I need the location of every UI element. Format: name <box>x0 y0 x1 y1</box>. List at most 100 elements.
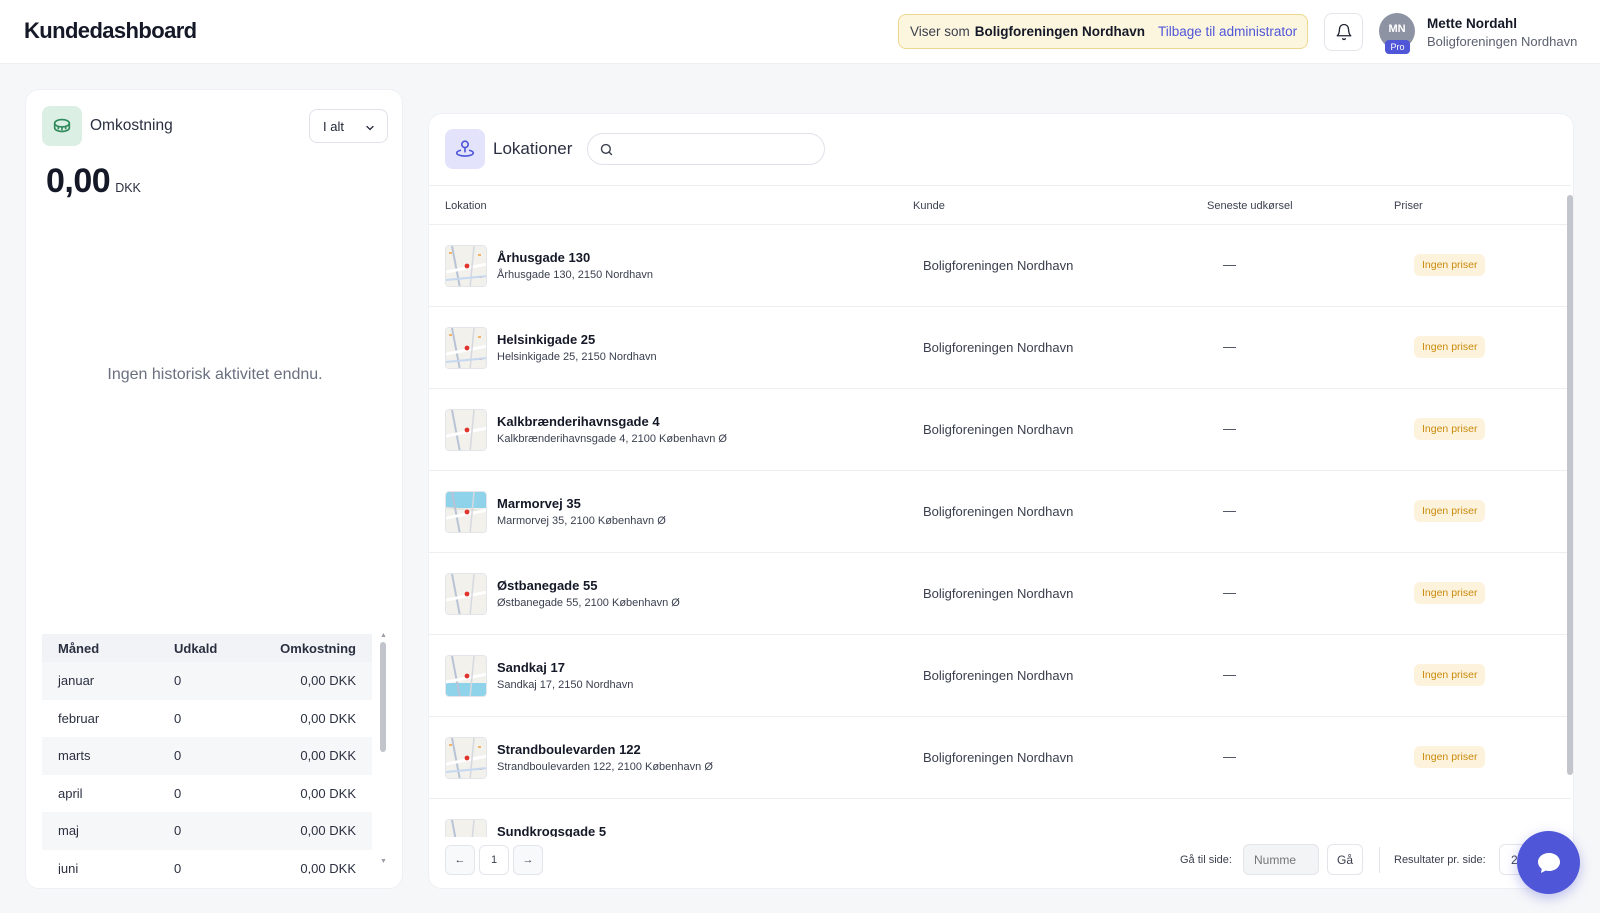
cell-month: juni <box>58 860 79 874</box>
table-header: Måned Udkald Omkostning <box>42 634 372 662</box>
search-icon <box>600 143 613 156</box>
locations-table-body: Århusgade 130 Århusgade 130, 2150 Nordhav… <box>429 225 1571 837</box>
location-address: Marmorvej 35, 2100 København Ø <box>497 515 666 527</box>
table-scrollbar[interactable]: ▲ ▼ <box>380 632 387 874</box>
cell-calls: 0 <box>174 673 182 689</box>
impersonation-banner: Viser som Boligforeningen Nordhavn Tilba… <box>898 14 1308 49</box>
prices-status-badge: Ingen priser <box>1414 582 1486 604</box>
period-select[interactable]: I alt <box>309 109 388 143</box>
goto-page-button[interactable]: Gå <box>1327 844 1363 875</box>
cell-month: april <box>58 785 83 801</box>
next-page-button[interactable]: → <box>513 845 543 875</box>
location-name[interactable]: Sandkaj 17 <box>497 660 565 675</box>
cell-cost: 0,00 DKK <box>300 748 356 764</box>
location-name[interactable]: Østbanegade 55 <box>497 578 597 593</box>
location-name[interactable]: Marmorvej 35 <box>497 496 581 511</box>
period-select-value: I alt <box>323 118 344 134</box>
cell-month: maj <box>58 823 79 839</box>
column-header-customer[interactable]: Kunde <box>913 200 945 212</box>
column-header-last-run[interactable]: Seneste udkørsel <box>1207 200 1293 212</box>
table-row[interactable]: Kalkbrænderihavnsgade 4 Kalkbrænderihavns… <box>429 389 1571 471</box>
column-header-location[interactable]: Lokation <box>445 200 487 212</box>
table-row[interactable]: Århusgade 130 Århusgade 130, 2150 Nordhav… <box>429 225 1571 307</box>
table-row[interactable]: Marmorvej 35 Marmorvej 35, 2100 København… <box>429 471 1571 553</box>
chat-bubble-icon <box>1537 852 1560 873</box>
notifications-button[interactable] <box>1324 13 1363 51</box>
table-row: april 0 0,00 DKK <box>42 775 372 813</box>
map-thumbnail <box>445 327 487 369</box>
table-row: maj 0 0,00 DKK <box>42 812 372 850</box>
cell-month: januar <box>58 673 95 689</box>
page-title: Kundedashboard <box>24 18 197 43</box>
column-header-calls: Udkald <box>174 640 218 656</box>
table-row[interactable]: Helsinkigade 25 Helsinkigade 25, 2150 Nor… <box>429 307 1571 389</box>
location-name[interactable]: Århusgade 130 <box>497 250 590 265</box>
scrollbar-thumb[interactable] <box>1567 195 1573 775</box>
cost-label: Omkostning <box>90 117 173 134</box>
page-button-current[interactable]: 1 <box>479 845 509 875</box>
location-name[interactable]: Sundkrogsgade 5 <box>497 824 606 837</box>
cost-panel: Omkostning I alt 0,00 DKK Ingen historis… <box>25 89 403 889</box>
last-run-value: — <box>1223 339 1236 354</box>
customer-name: Boligforeningen Nordhavn <box>923 258 1074 273</box>
plan-badge: Pro <box>1385 40 1410 54</box>
map-thumbnail <box>445 409 487 451</box>
location-address: Sandkaj 17, 2150 Nordhavn <box>497 679 634 691</box>
customer-name: Boligforeningen Nordhavn <box>923 668 1074 683</box>
location-name[interactable]: Kalkbrænderihavnsgade 4 <box>497 414 660 429</box>
prev-page-button[interactable]: ← <box>445 845 475 875</box>
location-address: Kalkbrænderihavnsgade 4, 2100 København … <box>497 433 727 445</box>
table-row: februar 0 0,00 DKK <box>42 700 372 738</box>
table-scrollbar[interactable] <box>1567 185 1573 835</box>
last-run-value: — <box>1223 667 1236 682</box>
user-name: Mette Nordahl <box>1427 16 1518 31</box>
customer-name: Boligforeningen Nordhavn <box>923 504 1074 519</box>
map-thumbnail <box>445 819 487 837</box>
prices-status-badge: Ingen priser <box>1414 418 1486 440</box>
table-row[interactable]: Østbanegade 55 Østbanegade 55, 2100 Køben… <box>429 553 1571 635</box>
cell-calls: 0 <box>174 860 182 874</box>
back-to-admin-link[interactable]: Tilbage til administrator <box>1158 24 1297 39</box>
location-address: Helsinkigade 25, 2150 Nordhavn <box>497 351 657 363</box>
cell-month: marts <box>58 748 91 764</box>
table-row[interactable]: Sundkrogsgade 5 <box>429 799 1571 837</box>
goto-page-input[interactable] <box>1243 844 1319 875</box>
location-name[interactable]: Strandboulevarden 122 <box>497 742 641 757</box>
table-row: januar 0 0,00 DKK <box>42 662 372 700</box>
table-row[interactable]: Sandkaj 17 Sandkaj 17, 2150 Nordhavn Bolig… <box>429 635 1571 717</box>
table-body: januar 0 0,00 DKK februar 0 0,00 DKK marts 0 0,0… <box>42 662 372 874</box>
column-header-prices[interactable]: Priser <box>1394 200 1423 212</box>
customer-name: Boligforeningen Nordhavn <box>923 340 1074 355</box>
prices-status-badge: Ingen priser <box>1414 746 1486 768</box>
total-cost: 0,00 DKK <box>46 162 141 201</box>
cell-calls: 0 <box>174 710 182 726</box>
table-row[interactable]: Strandboulevarden 122 Strandboulevarden 1… <box>429 717 1571 799</box>
last-run-value: — <box>1223 749 1236 764</box>
impersonation-prefix: Viser som <box>910 24 970 39</box>
column-header-month: Måned <box>58 640 100 656</box>
chevron-down-icon <box>366 125 374 131</box>
cell-cost: 0,00 DKK <box>300 860 356 874</box>
search-input[interactable] <box>622 139 817 161</box>
location-name[interactable]: Helsinkigade 25 <box>497 332 595 347</box>
location-address: Østbanegade 55, 2100 København Ø <box>497 597 680 609</box>
total-amount: 0,00 <box>46 162 111 200</box>
scroll-down-icon: ▼ <box>380 858 387 865</box>
search-field[interactable] <box>587 133 825 165</box>
cell-cost: 0,00 DKK <box>300 710 356 726</box>
map-thumbnail <box>445 573 487 615</box>
last-run-value: — <box>1223 257 1236 272</box>
customer-name: Boligforeningen Nordhavn <box>923 750 1074 765</box>
cell-cost: 0,00 DKK <box>300 673 356 689</box>
table-row: juni 0 0,00 DKK <box>42 850 372 874</box>
chat-button[interactable] <box>1517 831 1580 894</box>
scroll-up-icon: ▲ <box>380 632 387 639</box>
scrollbar-thumb[interactable] <box>380 642 386 752</box>
location-address: Strandboulevarden 122, 2100 København Ø <box>497 761 713 773</box>
location-pin-icon <box>445 129 485 169</box>
user-organization: Boligforeningen Nordhavn <box>1427 34 1578 49</box>
cell-calls: 0 <box>174 823 182 839</box>
prices-status-badge: Ingen priser <box>1414 254 1486 276</box>
column-header-cost: Omkostning <box>280 640 356 656</box>
impersonation-organization: Boligforeningen Nordhavn <box>974 24 1146 39</box>
